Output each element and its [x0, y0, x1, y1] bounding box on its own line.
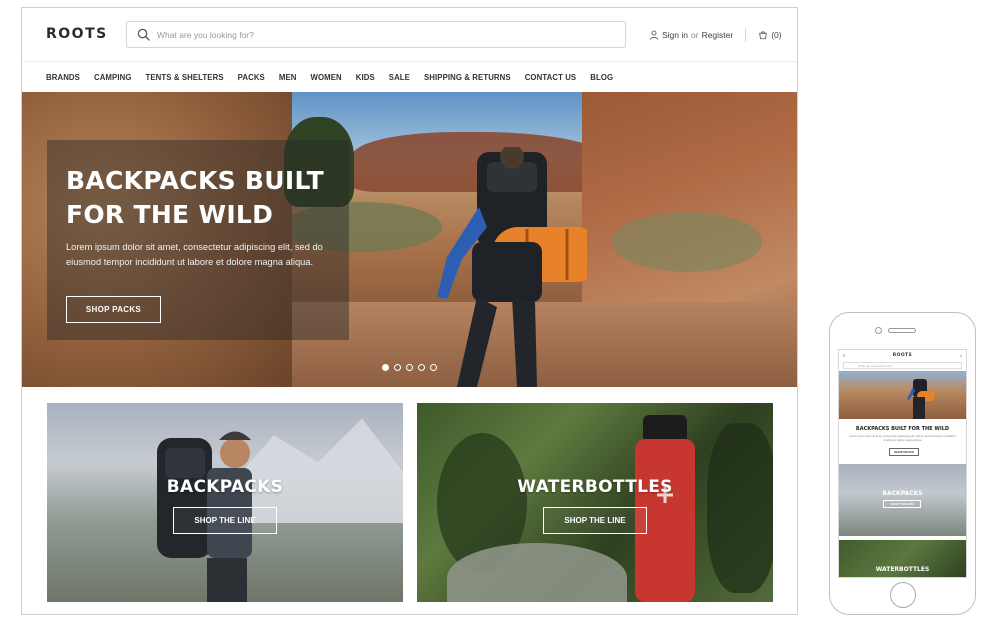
- divider: [745, 28, 747, 42]
- desktop-preview: ROOTS Sign in or Register (0) BRA: [21, 7, 798, 615]
- slider-dots: [382, 364, 442, 371]
- shop-packs-button[interactable]: SHOP PACKS: [66, 296, 161, 323]
- shop-waterbottles-button[interactable]: SHOP THE LINE: [543, 507, 647, 534]
- nav-item-sale[interactable]: SALE: [389, 73, 410, 82]
- mobile-shop-backpacks-button[interactable]: SHOP THE LINE: [883, 500, 921, 508]
- search-icon: [137, 28, 150, 41]
- search-bar[interactable]: [126, 21, 626, 48]
- nav-item-tents-shelters[interactable]: TENTS & SHELTERS: [146, 73, 224, 82]
- slider-dot-2[interactable]: [394, 364, 401, 371]
- nav-item-shipping-returns[interactable]: SHIPPING & RETURNS: [424, 73, 511, 82]
- home-button[interactable]: [890, 582, 916, 608]
- slider-dot-5[interactable]: [430, 364, 437, 371]
- nav-item-men[interactable]: MEN: [279, 73, 297, 82]
- mobile-hero: [839, 371, 966, 419]
- or-text: or: [691, 30, 699, 40]
- camera-icon: [875, 327, 882, 334]
- nav-item-brands[interactable]: BRANDS: [46, 73, 80, 82]
- waterbottles-tile-title: WATERBOTTLES: [517, 477, 673, 497]
- mobile-waterbottles-tile[interactable]: WATERBOTTLES: [839, 540, 966, 577]
- hero-banner: BACKPACKS BUILT FOR THE WILD Lorem ipsum…: [22, 92, 797, 387]
- mobile-hero-title: BACKPACKS BUILT FOR THE WILD: [855, 426, 950, 432]
- backpacks-tile-title: BACKPACKS: [166, 477, 284, 497]
- waterbottles-tile[interactable]: WATERBOTTLES SHOP THE LINE: [417, 403, 773, 602]
- mobile-cart-icon[interactable]: ⌂: [960, 353, 962, 358]
- mobile-search-input[interactable]: What are you looking for?: [843, 362, 962, 369]
- mobile-backpacks-tile[interactable]: BACKPACKS SHOP THE LINE: [839, 464, 966, 536]
- sign-in-link[interactable]: Sign in: [662, 30, 688, 40]
- mobile-preview: ≡ ROOTS ⌂ What are you looking for? BACK…: [829, 312, 976, 615]
- nav-item-packs[interactable]: PACKS: [238, 73, 265, 82]
- register-link[interactable]: Register: [702, 30, 734, 40]
- slider-dot-1[interactable]: [382, 364, 389, 371]
- mobile-hero-description: Lorem ipsum dolor sit amet, consectetur …: [849, 435, 956, 442]
- mobile-backpacks-title: BACKPACKS: [882, 490, 923, 497]
- mobile-logo[interactable]: ROOTS: [893, 353, 912, 358]
- mobile-header: ≡ ROOTS ⌂: [839, 350, 966, 361]
- backpacks-tile[interactable]: BACKPACKS SHOP THE LINE: [47, 403, 403, 602]
- slider-dot-4[interactable]: [418, 364, 425, 371]
- user-icon: [649, 30, 659, 40]
- slider-dot-3[interactable]: [406, 364, 413, 371]
- cart-icon[interactable]: [758, 30, 768, 40]
- main-nav: BRANDS CAMPING TENTS & SHELTERS PACKS ME…: [22, 61, 797, 92]
- nav-item-blog[interactable]: BLOG: [590, 73, 613, 82]
- cart-count[interactable]: (0): [771, 30, 781, 40]
- nav-item-camping[interactable]: CAMPING: [94, 73, 132, 82]
- hero-title: BACKPACKS BUILT FOR THE WILD: [66, 166, 324, 229]
- site-logo[interactable]: ROOTS: [46, 26, 108, 42]
- hero-description: Lorem ipsum dolor sit amet, consectetur …: [66, 242, 323, 267]
- speaker-icon: [888, 328, 916, 333]
- hiker-image: [437, 147, 587, 387]
- mobile-shop-packs-button[interactable]: SHOP PACKS: [889, 448, 919, 456]
- mobile-hiker-image: [907, 379, 935, 419]
- nav-item-women[interactable]: WOMEN: [311, 73, 342, 82]
- site-header: ROOTS Sign in or Register (0): [22, 8, 797, 60]
- mobile-waterbottles-title: WATERBOTTLES: [875, 566, 930, 573]
- account-links: Sign in or Register (0): [649, 28, 782, 42]
- menu-icon[interactable]: ≡: [843, 353, 845, 358]
- nav-item-contact-us[interactable]: CONTACT US: [525, 73, 577, 82]
- shop-backpacks-button[interactable]: SHOP THE LINE: [173, 507, 277, 534]
- mobile-screen: ≡ ROOTS ⌂ What are you looking for? BACK…: [838, 349, 967, 578]
- nav-item-kids[interactable]: KIDS: [356, 73, 375, 82]
- search-input[interactable]: [157, 29, 587, 40]
